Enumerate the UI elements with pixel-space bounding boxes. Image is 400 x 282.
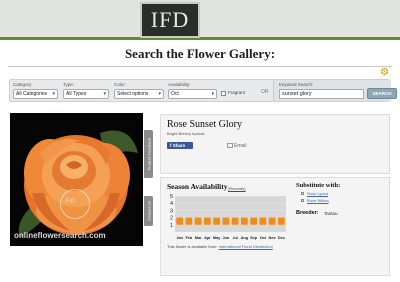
substitute-bullet [301, 199, 304, 202]
x-tick-label: Jan [176, 236, 183, 240]
x-tick-label: Dec [278, 236, 285, 240]
breeder-value: Tantau [324, 211, 338, 216]
search-filter-bar: Category: All Categories ▾ Type: All Typ… [9, 79, 397, 102]
top-header-bar: IFD [0, 0, 400, 40]
availability-panel: Season Availability (Records) 1 2 3 4 5 Jan Fe… [160, 177, 390, 276]
x-tick-label: Apr [204, 236, 211, 240]
chart-bar [231, 217, 239, 225]
category-value: All Categories [16, 91, 48, 97]
keyword-label: Keyword Search: [279, 82, 314, 87]
email-icon[interactable] [227, 143, 233, 148]
x-tick-label: Feb [185, 236, 192, 240]
contact-us-label: Contact Us [146, 201, 152, 221]
category-select[interactable]: All Categories ▾ [13, 89, 58, 99]
availability-label: Availability: [168, 82, 191, 87]
contact-us-tab[interactable]: Contact Us [144, 196, 153, 226]
ifd-logo[interactable]: IFD [140, 2, 200, 38]
page-title: Search the Flower Gallery: [124, 46, 276, 61]
fragrant-label: Fragrant [228, 90, 246, 95]
availability-select[interactable]: Oct ▾ [168, 89, 217, 99]
breeder-label: Breeder: [296, 210, 319, 216]
availability-chart: 12 345 Jan Feb Mar Apr May Jun Jul Aug Sep Oct Nov De… [170, 194, 286, 240]
type-select[interactable]: All Types ▾ [63, 89, 109, 99]
x-tick-label: Aug [241, 236, 249, 240]
keyword-search-input[interactable]: sunset glory [279, 89, 364, 99]
substitute-bullet [301, 192, 304, 195]
chevron-down-icon: ▾ [52, 91, 55, 97]
chart-bar [194, 217, 202, 225]
y-tick-label: 2 [170, 216, 173, 222]
chart-bar [241, 217, 248, 225]
substitute-item[interactable]: Rose Wilma [307, 198, 329, 203]
email-link[interactable]: Email [234, 143, 247, 149]
chart-bar [278, 217, 285, 225]
color-select[interactable]: Select options ▾ [114, 89, 164, 99]
category-label: Category: [13, 82, 33, 87]
rose-image [10, 113, 143, 246]
x-tick-label: Nov [269, 236, 277, 240]
y-tick-label: 1 [170, 223, 173, 229]
chart-bar [259, 217, 267, 225]
availability-note: This flower is available from: Internati… [167, 244, 273, 249]
x-tick-label: May [213, 236, 221, 240]
search-button[interactable]: SEARCH [367, 88, 397, 99]
chevron-down-icon: ▾ [211, 91, 214, 97]
product-feedback-tab[interactable]: Product Feedback [144, 130, 153, 178]
color-label: Color: [114, 82, 127, 87]
chart-bar [204, 217, 211, 225]
x-tick-label: Oct [260, 236, 267, 240]
or-label: OR [261, 89, 269, 95]
photo-watermark: onlineflowersearch.com [14, 231, 106, 240]
x-tick-label: Mar [195, 236, 202, 240]
divider [8, 66, 392, 67]
type-value: All Types [66, 91, 87, 97]
color-value: Select options [117, 91, 149, 97]
watermark-emblem: IFD [60, 189, 90, 219]
availability-value: Oct [171, 91, 179, 97]
flower-photo [10, 113, 143, 246]
product-feedback-label: Product Feedback [146, 137, 152, 171]
chart-bar [250, 217, 257, 225]
type-label: Type: [63, 82, 75, 87]
y-tick-label: 3 [170, 208, 173, 214]
chart-bar [222, 217, 230, 225]
fragrant-checkbox[interactable] [221, 91, 226, 96]
y-tick-label: 5 [170, 194, 173, 200]
x-tick-label: Sep [250, 236, 258, 240]
chevron-down-icon: ▾ [103, 91, 106, 97]
logo-text: IFD [150, 7, 190, 32]
x-tick-label: Jul [232, 236, 238, 240]
facebook-share-button[interactable]: f Share [167, 142, 193, 149]
chevron-down-icon: ▾ [158, 91, 161, 97]
chart-bar [213, 217, 220, 225]
x-tick-label: Jun [222, 236, 229, 240]
chart-plot-area [175, 196, 286, 232]
chart-bar [176, 217, 183, 225]
share-label: Share [172, 143, 186, 148]
chart-bar [268, 217, 276, 225]
distributor-link[interactable]: International Floral Distribution [219, 244, 273, 249]
substitute-title: Substitute with: [296, 182, 341, 189]
gear-icon[interactable]: ⚙ [380, 68, 390, 78]
product-name: Rose Sunset Glory [167, 119, 242, 130]
substitute-item[interactable]: Rose Lyrica [307, 191, 328, 196]
chart-bar [185, 217, 193, 225]
product-subtitle: Bright Breezy Apricot [167, 131, 205, 136]
product-info-panel: Rose Sunset Glory Bright Breezy Apricot … [160, 114, 390, 174]
availability-note-text: This flower is available from: [167, 244, 219, 249]
y-tick-label: 4 [170, 201, 173, 207]
